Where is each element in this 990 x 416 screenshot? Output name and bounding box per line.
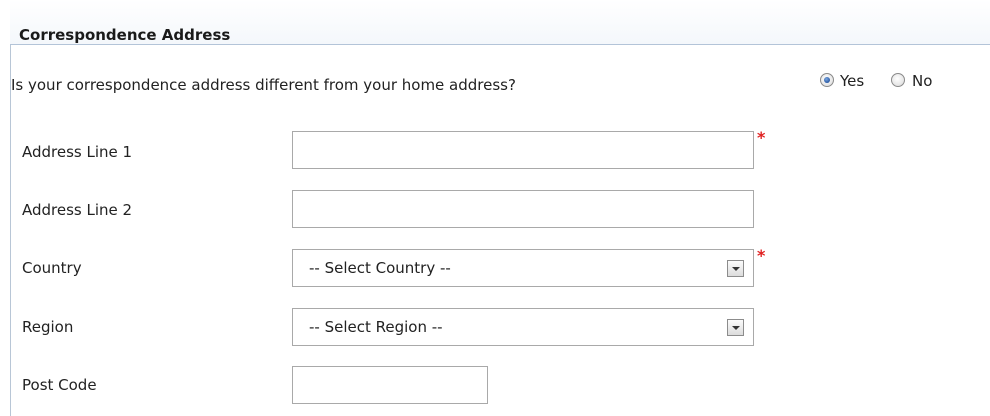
required-marker: * [757, 246, 766, 265]
address-different-question: Is your correspondence address different… [11, 76, 516, 94]
address-line-1-label: Address Line 1 [22, 143, 133, 161]
radio-yes-label[interactable]: Yes [840, 72, 864, 90]
region-label: Region [22, 318, 74, 336]
section-title: Correspondence Address [19, 26, 231, 44]
region-select[interactable]: -- Select Region -- [292, 308, 754, 346]
radio-yes-icon[interactable] [820, 73, 834, 87]
required-marker: * [757, 128, 766, 147]
radio-no-label[interactable]: No [912, 72, 932, 90]
post-code-label: Post Code [22, 376, 97, 394]
address-line-2-input[interactable] [292, 190, 754, 228]
dropdown-arrow-icon[interactable] [727, 260, 744, 277]
country-select-value: -- Select Country -- [309, 259, 451, 277]
country-label: Country [22, 259, 82, 277]
address-line-2-label: Address Line 2 [22, 201, 133, 219]
country-select[interactable]: -- Select Country -- [292, 249, 754, 287]
radio-no-icon[interactable] [891, 73, 905, 87]
address-line-1-input[interactable] [292, 131, 754, 169]
region-select-value: -- Select Region -- [309, 318, 443, 336]
dropdown-arrow-icon[interactable] [727, 319, 744, 336]
post-code-input[interactable] [292, 366, 488, 404]
